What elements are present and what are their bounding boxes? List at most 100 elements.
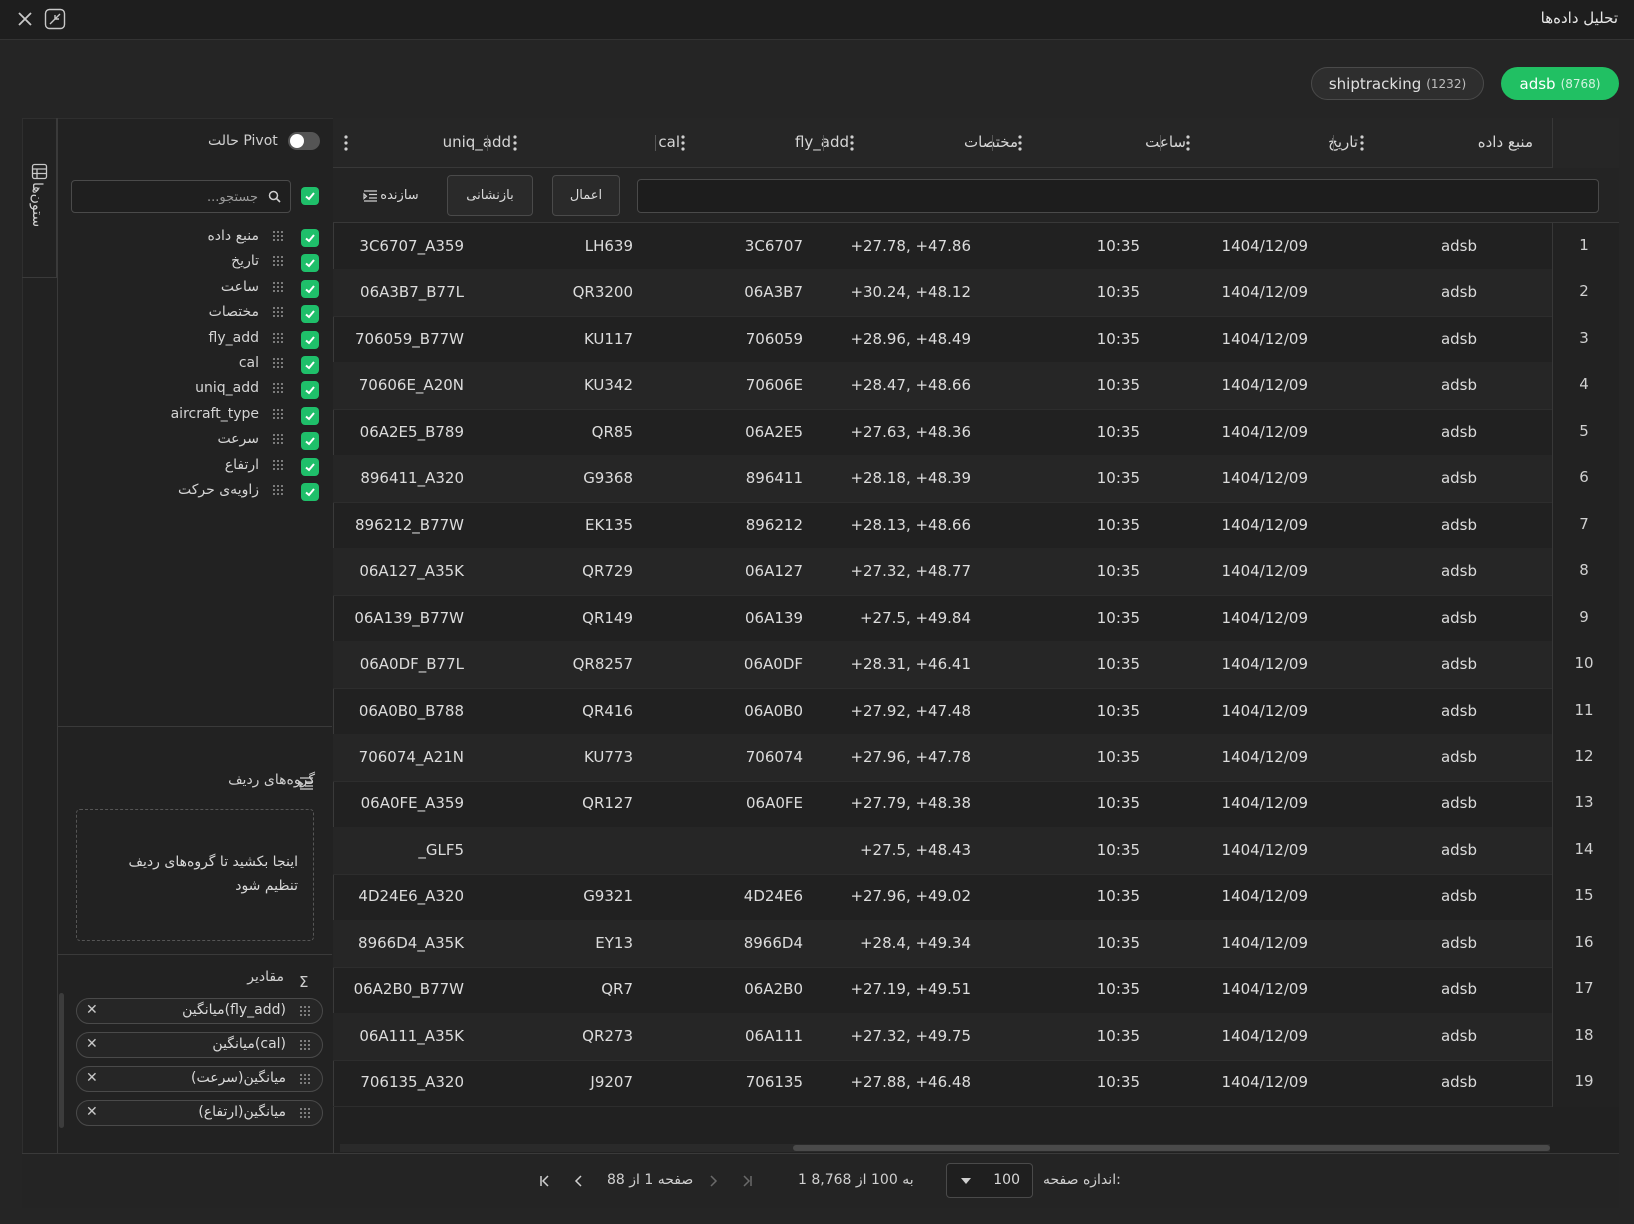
value-aggregation-pill[interactable]: ✕ میانگین(ارتفاع) [76, 1100, 323, 1126]
horizontal-scrollbar[interactable] [340, 1144, 1550, 1152]
pivot-mode-toggle[interactable] [288, 132, 320, 150]
table-row[interactable]: adsb 1404/12/09 10:35 +27.5, +48.43 _GLF5 14 [333, 826, 1619, 875]
column-menu-icon[interactable] [344, 135, 348, 151]
table-row[interactable]: adsb 1404/12/09 10:35 +28.31, +46.41 06A0DF Q… [333, 641, 1619, 690]
reset-filter-button[interactable]: بازنشانی [447, 175, 533, 216]
column-list-item[interactable]: سرعت [58, 429, 332, 453]
row-number: 8 [1579, 561, 1589, 580]
table-row[interactable]: adsb 1404/12/09 10:35 +27.78, +47.86 3C6707 L… [333, 223, 1619, 271]
column-checkbox[interactable] [301, 483, 319, 501]
drag-handle-icon[interactable] [299, 1107, 311, 1119]
column-list-item[interactable]: fly_add [58, 328, 332, 352]
drag-handle-icon[interactable] [272, 484, 284, 496]
column-header[interactable]: uniq_add [333, 118, 1552, 168]
table-row[interactable]: adsb 1404/12/09 10:35 +28.13, +48.66 896212 E… [333, 501, 1619, 550]
table-row[interactable]: adsb 1404/12/09 10:35 +27.79, +48.38 06A0FE Q… [333, 780, 1619, 829]
column-name: مختصات [208, 304, 259, 321]
table-row[interactable]: adsb 1404/12/09 10:35 +27.32, +49.75 06A111 Q… [333, 1012, 1619, 1061]
column-separator[interactable] [655, 135, 656, 151]
table-row[interactable]: adsb 1404/12/09 10:35 +30.24, +48.12 06A3B7 Q… [333, 269, 1619, 318]
source-tab-adsb[interactable]: adsb (8768) [1501, 67, 1619, 100]
column-list-item[interactable]: aircraft_type [58, 404, 332, 428]
table-row[interactable]: adsb 1404/12/09 10:35 +27.88, +46.48 706135 J… [333, 1059, 1619, 1108]
drag-handle-icon[interactable] [299, 1039, 311, 1051]
filter-builder-button[interactable]: سازنده [357, 175, 425, 216]
drag-handle-icon[interactable] [272, 459, 284, 471]
column-separator[interactable] [992, 135, 993, 151]
column-checkbox[interactable] [301, 279, 319, 298]
table-row[interactable]: adsb 1404/12/09 10:35 +27.96, +49.02 4D24E6 G… [333, 873, 1619, 922]
close-icon[interactable] [14, 8, 36, 30]
last-page-icon[interactable] [536, 1172, 554, 1190]
column-separator[interactable] [487, 135, 488, 151]
previous-page-icon[interactable] [704, 1172, 722, 1190]
table-row[interactable]: adsb 1404/12/09 10:35 +27.96, +47.78 706074 K… [333, 733, 1619, 782]
remove-icon[interactable]: ✕ [86, 1036, 98, 1052]
drag-handle-icon[interactable] [272, 306, 284, 318]
scrollbar-thumb[interactable] [793, 1145, 1550, 1151]
column-list-item[interactable]: تاریخ [58, 251, 332, 275]
value-aggregation-pill[interactable]: ✕ میانگین(cal) [76, 1032, 323, 1058]
drag-handle-icon[interactable] [272, 230, 284, 242]
column-checkbox[interactable] [301, 305, 319, 324]
column-checkbox[interactable] [301, 254, 319, 273]
remove-icon[interactable]: ✕ [86, 1104, 98, 1120]
filter-input[interactable] [637, 179, 1599, 213]
minimize-window-icon[interactable] [44, 8, 66, 30]
page-size-select[interactable]: 100 [946, 1163, 1033, 1198]
table-row[interactable]: adsb 1404/12/09 10:35 +28.18, +48.39 896411 G… [333, 455, 1619, 504]
column-list-item[interactable]: ارتفاع [58, 455, 332, 479]
row-groups-drop-zone[interactable]: اینجا بکشید تا گروه‌های ردیف تنظیم شود [76, 809, 314, 941]
column-list-item[interactable]: uniq_add [58, 378, 332, 402]
drag-handle-icon[interactable] [272, 357, 284, 369]
drag-handle-icon[interactable] [272, 281, 284, 293]
column-checkbox[interactable] [301, 229, 319, 247]
column-list-item[interactable]: cal [58, 353, 332, 377]
drag-handle-icon[interactable] [272, 382, 284, 394]
cell-coordinates: +27.32, +48.77 [850, 562, 971, 581]
drag-handle-icon[interactable] [272, 255, 284, 267]
remove-icon[interactable]: ✕ [86, 1070, 98, 1086]
row-number-cell: 5 [1552, 408, 1619, 457]
column-list-item[interactable]: زاویه‌ی حرکت [58, 480, 332, 504]
column-separator[interactable] [1333, 135, 1334, 151]
source-tab-shiptracking[interactable]: shiptracking (1232) [1311, 67, 1484, 100]
column-list-item[interactable]: ساعت [58, 277, 332, 301]
table-row[interactable]: adsb 1404/12/09 10:35 +28.96, +48.49 706059 K… [333, 315, 1619, 364]
cell-coordinates: +27.96, +49.02 [850, 887, 971, 906]
apply-filter-button[interactable]: اعمال [552, 175, 620, 216]
value-aggregation-label: میانگین(cal) [212, 1036, 286, 1052]
column-checkbox[interactable] [301, 330, 319, 349]
remove-icon[interactable]: ✕ [86, 1002, 98, 1018]
column-checkbox[interactable] [301, 406, 319, 425]
select-all-checkbox[interactable] [301, 187, 319, 205]
column-checkbox[interactable] [301, 432, 319, 451]
drag-handle-icon[interactable] [272, 433, 284, 445]
drag-handle-icon[interactable] [299, 1005, 311, 1017]
column-separator[interactable] [1160, 135, 1161, 151]
column-list-item[interactable]: مختصات [58, 302, 332, 326]
column-checkbox[interactable] [301, 356, 319, 374]
drag-handle-icon[interactable] [299, 1073, 311, 1085]
column-search-input[interactable] [78, 187, 258, 207]
column-checkbox[interactable] [301, 457, 319, 476]
pagination-bar: اندازه صفحه: 100 1 به 100 از 8,768 صفحه … [22, 1153, 1619, 1208]
table-row[interactable]: adsb 1404/12/09 10:35 +27.32, +48.77 06A127 Q… [333, 548, 1619, 597]
column-separator[interactable] [823, 135, 824, 151]
table-row[interactable]: adsb 1404/12/09 10:35 +27.63, +48.36 06A2E5 Q… [333, 408, 1619, 457]
table-row[interactable]: adsb 1404/12/09 10:35 +28.47, +48.66 70606E K… [333, 362, 1619, 411]
value-aggregation-pill[interactable]: ✕ میانگین(سرعت) [76, 1066, 323, 1092]
column-list-item[interactable]: منبع داده [58, 226, 332, 250]
column-checkbox[interactable] [301, 381, 319, 400]
table-row[interactable]: adsb 1404/12/09 10:35 +27.5, +49.84 06A139 QR… [333, 594, 1619, 643]
table-row[interactable]: adsb 1404/12/09 10:35 +27.19, +49.51 06A2B0 Q… [333, 966, 1619, 1015]
table-row[interactable]: adsb 1404/12/09 10:35 +28.4, +49.34 8966D4 EY… [333, 919, 1619, 968]
next-page-icon[interactable] [570, 1172, 588, 1190]
first-page-icon[interactable] [738, 1172, 756, 1190]
drag-handle-icon[interactable] [272, 408, 284, 420]
drag-handle-icon[interactable] [272, 332, 284, 344]
table-row[interactable]: adsb 1404/12/09 10:35 +27.92, +47.48 06A0B0 Q… [333, 687, 1619, 736]
value-aggregation-pill[interactable]: ✕ میانگین(fly_add) [76, 998, 323, 1024]
row-number: 11 [1574, 700, 1594, 719]
values-scrollbar[interactable] [59, 993, 64, 1128]
